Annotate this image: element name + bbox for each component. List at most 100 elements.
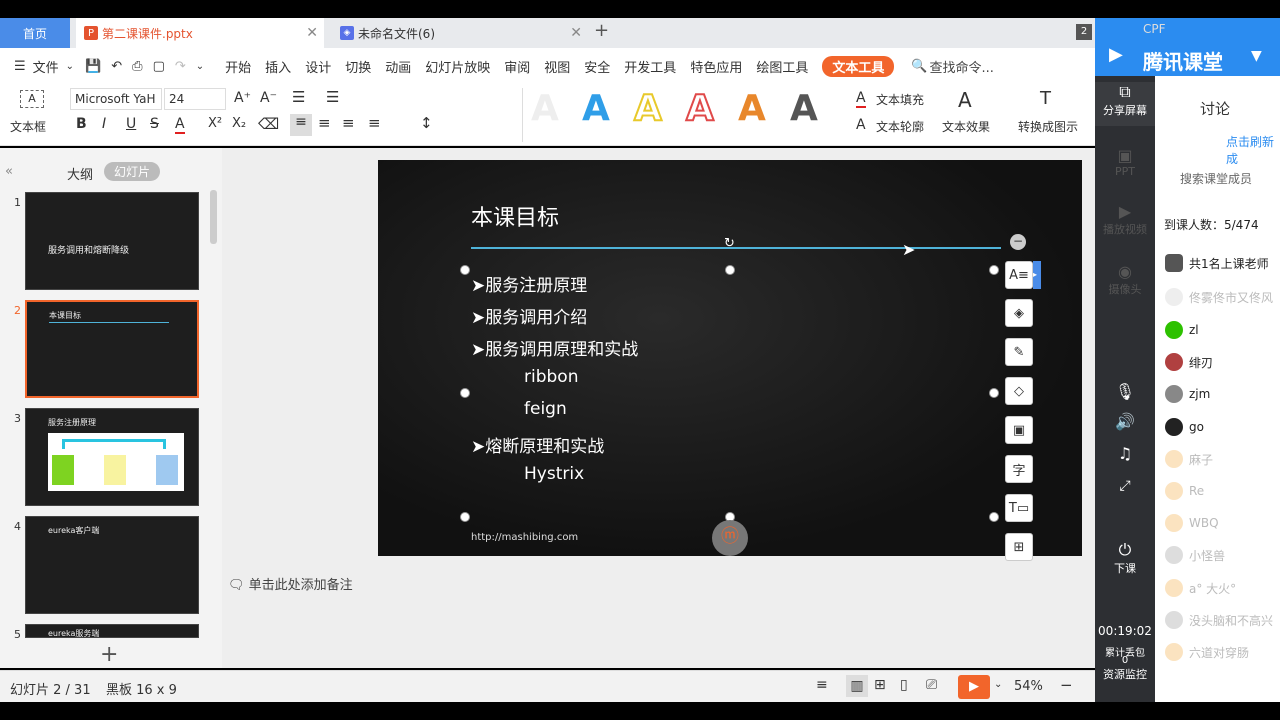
slide-thumbnail[interactable]: 服务注册原理 xyxy=(25,408,199,506)
member-item[interactable]: 六道对穿肠 xyxy=(1165,640,1249,664)
text-style-icon[interactable]: 字 xyxy=(1005,455,1033,483)
text-style-blue-icon[interactable]: A xyxy=(582,88,610,129)
menu-transition[interactable]: 切换 xyxy=(345,57,371,76)
menu-home[interactable]: 开始 xyxy=(225,57,251,76)
sub-bullet-item[interactable]: ribbon xyxy=(524,367,578,387)
thumb-scrollbar[interactable] xyxy=(210,190,217,244)
chevron-down-icon[interactable]: ⌄ xyxy=(66,61,74,72)
textbox-icon[interactable]: A xyxy=(20,90,44,108)
play-options-icon[interactable]: ⌄ xyxy=(994,679,1002,690)
resize-handle[interactable] xyxy=(725,265,735,275)
text-style-orange-icon[interactable]: A xyxy=(738,88,766,129)
bold-icon[interactable]: B xyxy=(76,116,87,132)
refresh-link[interactable]: 点击刷新成 xyxy=(1226,133,1280,167)
resize-handle[interactable] xyxy=(460,388,470,398)
frame-icon[interactable]: ▣ xyxy=(1005,416,1033,444)
convert-diagram-icon[interactable]: T xyxy=(1040,88,1051,109)
tab-home[interactable]: 首页 xyxy=(0,18,70,48)
font-color-icon[interactable]: A xyxy=(175,116,185,134)
text-style-yellow-outline-icon[interactable]: A xyxy=(633,87,663,130)
tab-untitled[interactable]: ◈ 未命名文件(6) ✕ xyxy=(332,18,588,48)
align-left-icon[interactable]: ≡ xyxy=(290,114,312,136)
numbered-list-icon[interactable]: ☰ xyxy=(326,88,339,106)
member-item[interactable]: 共1名上课老师 xyxy=(1165,251,1269,275)
mute-mic-icon[interactable]: 🎙 xyxy=(1095,382,1155,401)
resize-handle[interactable] xyxy=(989,512,999,522)
end-class-button[interactable]: ⏻ 下课 xyxy=(1095,540,1155,576)
close-tab-icon[interactable]: ✕ xyxy=(570,25,582,41)
member-item[interactable]: Re xyxy=(1165,479,1204,503)
fill-icon[interactable]: ◇ xyxy=(1005,377,1033,405)
tab-pptx[interactable]: P 第二课课件.pptx ✕ xyxy=(76,18,324,48)
normal-view-icon[interactable]: ▥ xyxy=(846,675,868,697)
text-style-plain-icon[interactable]: A xyxy=(531,88,559,129)
undo-icon[interactable]: ↶ xyxy=(111,59,122,74)
collapse-circle-icon[interactable]: − xyxy=(1010,234,1026,250)
layers-icon[interactable]: ◈ xyxy=(1005,299,1033,327)
camera-icon[interactable]: ⎚ xyxy=(926,677,937,693)
hamburger-icon[interactable]: ☰ xyxy=(14,59,26,74)
underline-icon[interactable]: U xyxy=(126,116,136,132)
subscript-icon[interactable]: X₂ xyxy=(232,116,246,131)
tab-outline[interactable]: 大纲 xyxy=(67,164,93,183)
sorter-view-icon[interactable]: ⊞ xyxy=(874,677,886,693)
text-style-red-outline-icon[interactable]: A xyxy=(685,87,715,130)
sub-bullet-item[interactable]: feign xyxy=(524,399,567,419)
brush-icon[interactable]: ✎ xyxy=(1005,338,1033,366)
menu-file[interactable]: 文件 xyxy=(33,57,59,76)
menu-security[interactable]: 安全 xyxy=(584,57,610,76)
convert-icon[interactable]: T▭ xyxy=(1005,494,1033,522)
shrink-font-icon[interactable]: A⁻ xyxy=(260,90,277,106)
member-item[interactable]: zjm xyxy=(1165,382,1210,406)
text-style-gray-icon[interactable]: A xyxy=(790,88,818,129)
member-item[interactable]: zl xyxy=(1165,318,1199,342)
add-slide-icon[interactable]: + xyxy=(100,642,118,667)
menu-slideshow[interactable]: 幻灯片放映 xyxy=(425,57,490,76)
resize-handle[interactable] xyxy=(460,512,470,522)
grow-font-icon[interactable]: A⁺ xyxy=(234,90,251,106)
camera-button[interactable]: ◉ 摄像头 xyxy=(1095,262,1155,297)
strikethrough-icon[interactable]: S xyxy=(150,116,159,132)
member-item[interactable]: 小怪兽 xyxy=(1165,543,1225,567)
line-spacing-icon[interactable]: ↕ xyxy=(420,114,433,132)
tab-slides[interactable]: 幻灯片 xyxy=(104,162,161,181)
share-screen-button[interactable]: ⧉ 分享屏幕 xyxy=(1095,82,1155,126)
justify-icon[interactable]: ≡ xyxy=(368,114,381,132)
search-members[interactable]: 搜索课堂成员 xyxy=(1180,170,1252,187)
expand-arrow-icon[interactable]: ▸ xyxy=(1033,261,1041,289)
notes-toggle-icon[interactable]: ≡ xyxy=(816,677,828,693)
fullscreen-icon[interactable]: ⤢ xyxy=(1095,478,1155,494)
member-item[interactable]: WBQ xyxy=(1165,511,1219,535)
text-fill-icon[interactable]: A xyxy=(856,90,866,108)
bullet-item[interactable]: ➤服务调用介绍 xyxy=(471,303,587,328)
preview-icon[interactable]: ▢ xyxy=(153,59,165,74)
redo-icon[interactable]: ↷ xyxy=(175,59,186,74)
slide-thumbnail[interactable]: eureka客户端 xyxy=(25,516,199,614)
member-item[interactable]: 麻子 xyxy=(1165,447,1213,471)
save-icon[interactable]: 💾 xyxy=(85,59,101,74)
text-fill-button[interactable]: 文本填充 xyxy=(876,91,924,108)
font-family-select[interactable]: Microsoft YaH xyxy=(70,88,162,110)
discuss-tab[interactable]: 讨论 xyxy=(1200,98,1230,119)
menu-drawing-tools[interactable]: 绘图工具 xyxy=(756,57,808,76)
reading-view-icon[interactable]: ▯ xyxy=(900,677,908,693)
text-effect-button[interactable]: 文本效果 xyxy=(942,118,990,135)
clear-format-icon[interactable]: ⌫ xyxy=(258,115,279,133)
member-item[interactable]: 没头脑和不高兴 xyxy=(1165,608,1273,632)
member-item[interactable]: 绯刃 xyxy=(1165,350,1213,374)
music-icon[interactable]: ♫ xyxy=(1095,444,1155,463)
volume-icon[interactable]: 🔊 xyxy=(1095,412,1155,431)
diagram-icon[interactable]: ⊞ xyxy=(1005,533,1033,561)
resize-handle[interactable] xyxy=(460,265,470,275)
search-command[interactable]: 查找命令... xyxy=(930,57,994,76)
menu-features[interactable]: 特色应用 xyxy=(690,57,742,76)
text-outline-button[interactable]: 文本轮廓 xyxy=(876,118,924,135)
bullet-list-icon[interactable]: ☰ xyxy=(292,88,305,106)
align-center-icon[interactable]: ≡ xyxy=(318,114,331,132)
slide-canvas[interactable]: 本课目标 ➤服务注册原理 ➤服务调用介绍 ➤服务调用原理和实战 ribbon f… xyxy=(378,160,1082,556)
new-tab-icon[interactable]: + xyxy=(594,20,609,41)
bullet-item[interactable]: ➤服务调用原理和实战 xyxy=(471,335,638,360)
more-chevron-icon[interactable]: ⌄ xyxy=(196,61,204,72)
search-icon[interactable]: 🔍 xyxy=(911,59,927,74)
font-size-select[interactable]: 24 xyxy=(164,88,226,110)
